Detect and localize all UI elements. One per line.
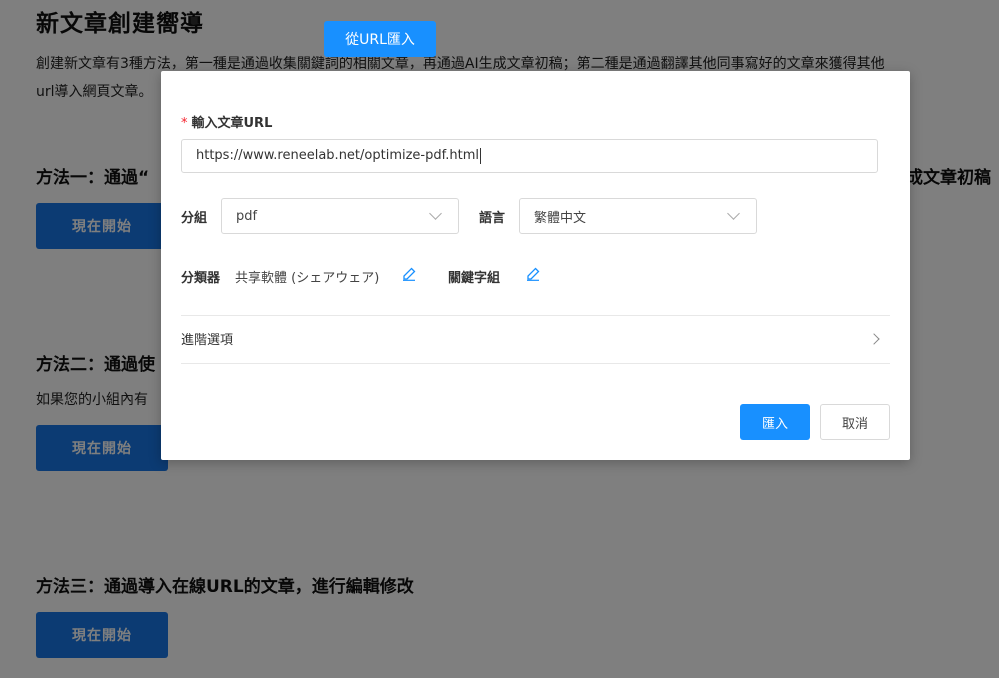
- text-cursor: [480, 147, 481, 164]
- keyword-group-label: 關鍵字組: [448, 271, 501, 286]
- divider-bottom: [181, 363, 890, 364]
- language-label: 語言: [479, 211, 506, 226]
- required-mark: *: [181, 116, 188, 131]
- import-from-url-tab[interactable]: 從URL匯入: [324, 21, 436, 57]
- url-input[interactable]: https://www.reneelab.net/optimize-pdf.ht…: [181, 139, 878, 173]
- chevron-right-icon[interactable]: [868, 333, 880, 345]
- classifier-label: 分類器: [181, 271, 221, 286]
- cancel-button[interactable]: 取消: [820, 404, 890, 440]
- language-select-value: 繁體中文: [534, 210, 587, 226]
- group-select-value: pdf: [236, 208, 258, 224]
- url-input-value: https://www.reneelab.net/optimize-pdf.ht…: [196, 148, 479, 163]
- chevron-down-icon: [429, 207, 442, 220]
- group-label: 分組: [181, 211, 208, 226]
- keyword-edit-pencil-icon[interactable]: [526, 267, 540, 281]
- import-button[interactable]: 匯入: [740, 404, 810, 440]
- advanced-options-toggle[interactable]: 進階選項: [181, 329, 233, 348]
- url-label-text: 輸入文章URL: [191, 116, 273, 131]
- classifier-edit-pencil-icon[interactable]: [402, 267, 416, 281]
- language-select[interactable]: 繁體中文: [519, 198, 757, 234]
- url-field-label: * 輸入文章URL: [181, 112, 272, 131]
- chevron-down-icon: [727, 207, 740, 220]
- divider-top: [181, 315, 890, 316]
- group-select[interactable]: pdf: [221, 198, 459, 234]
- import-url-dialog: * 輸入文章URL https://www.reneelab.net/optimi…: [161, 71, 910, 460]
- classifier-value: 共享軟體 (シェアウェア): [235, 271, 380, 286]
